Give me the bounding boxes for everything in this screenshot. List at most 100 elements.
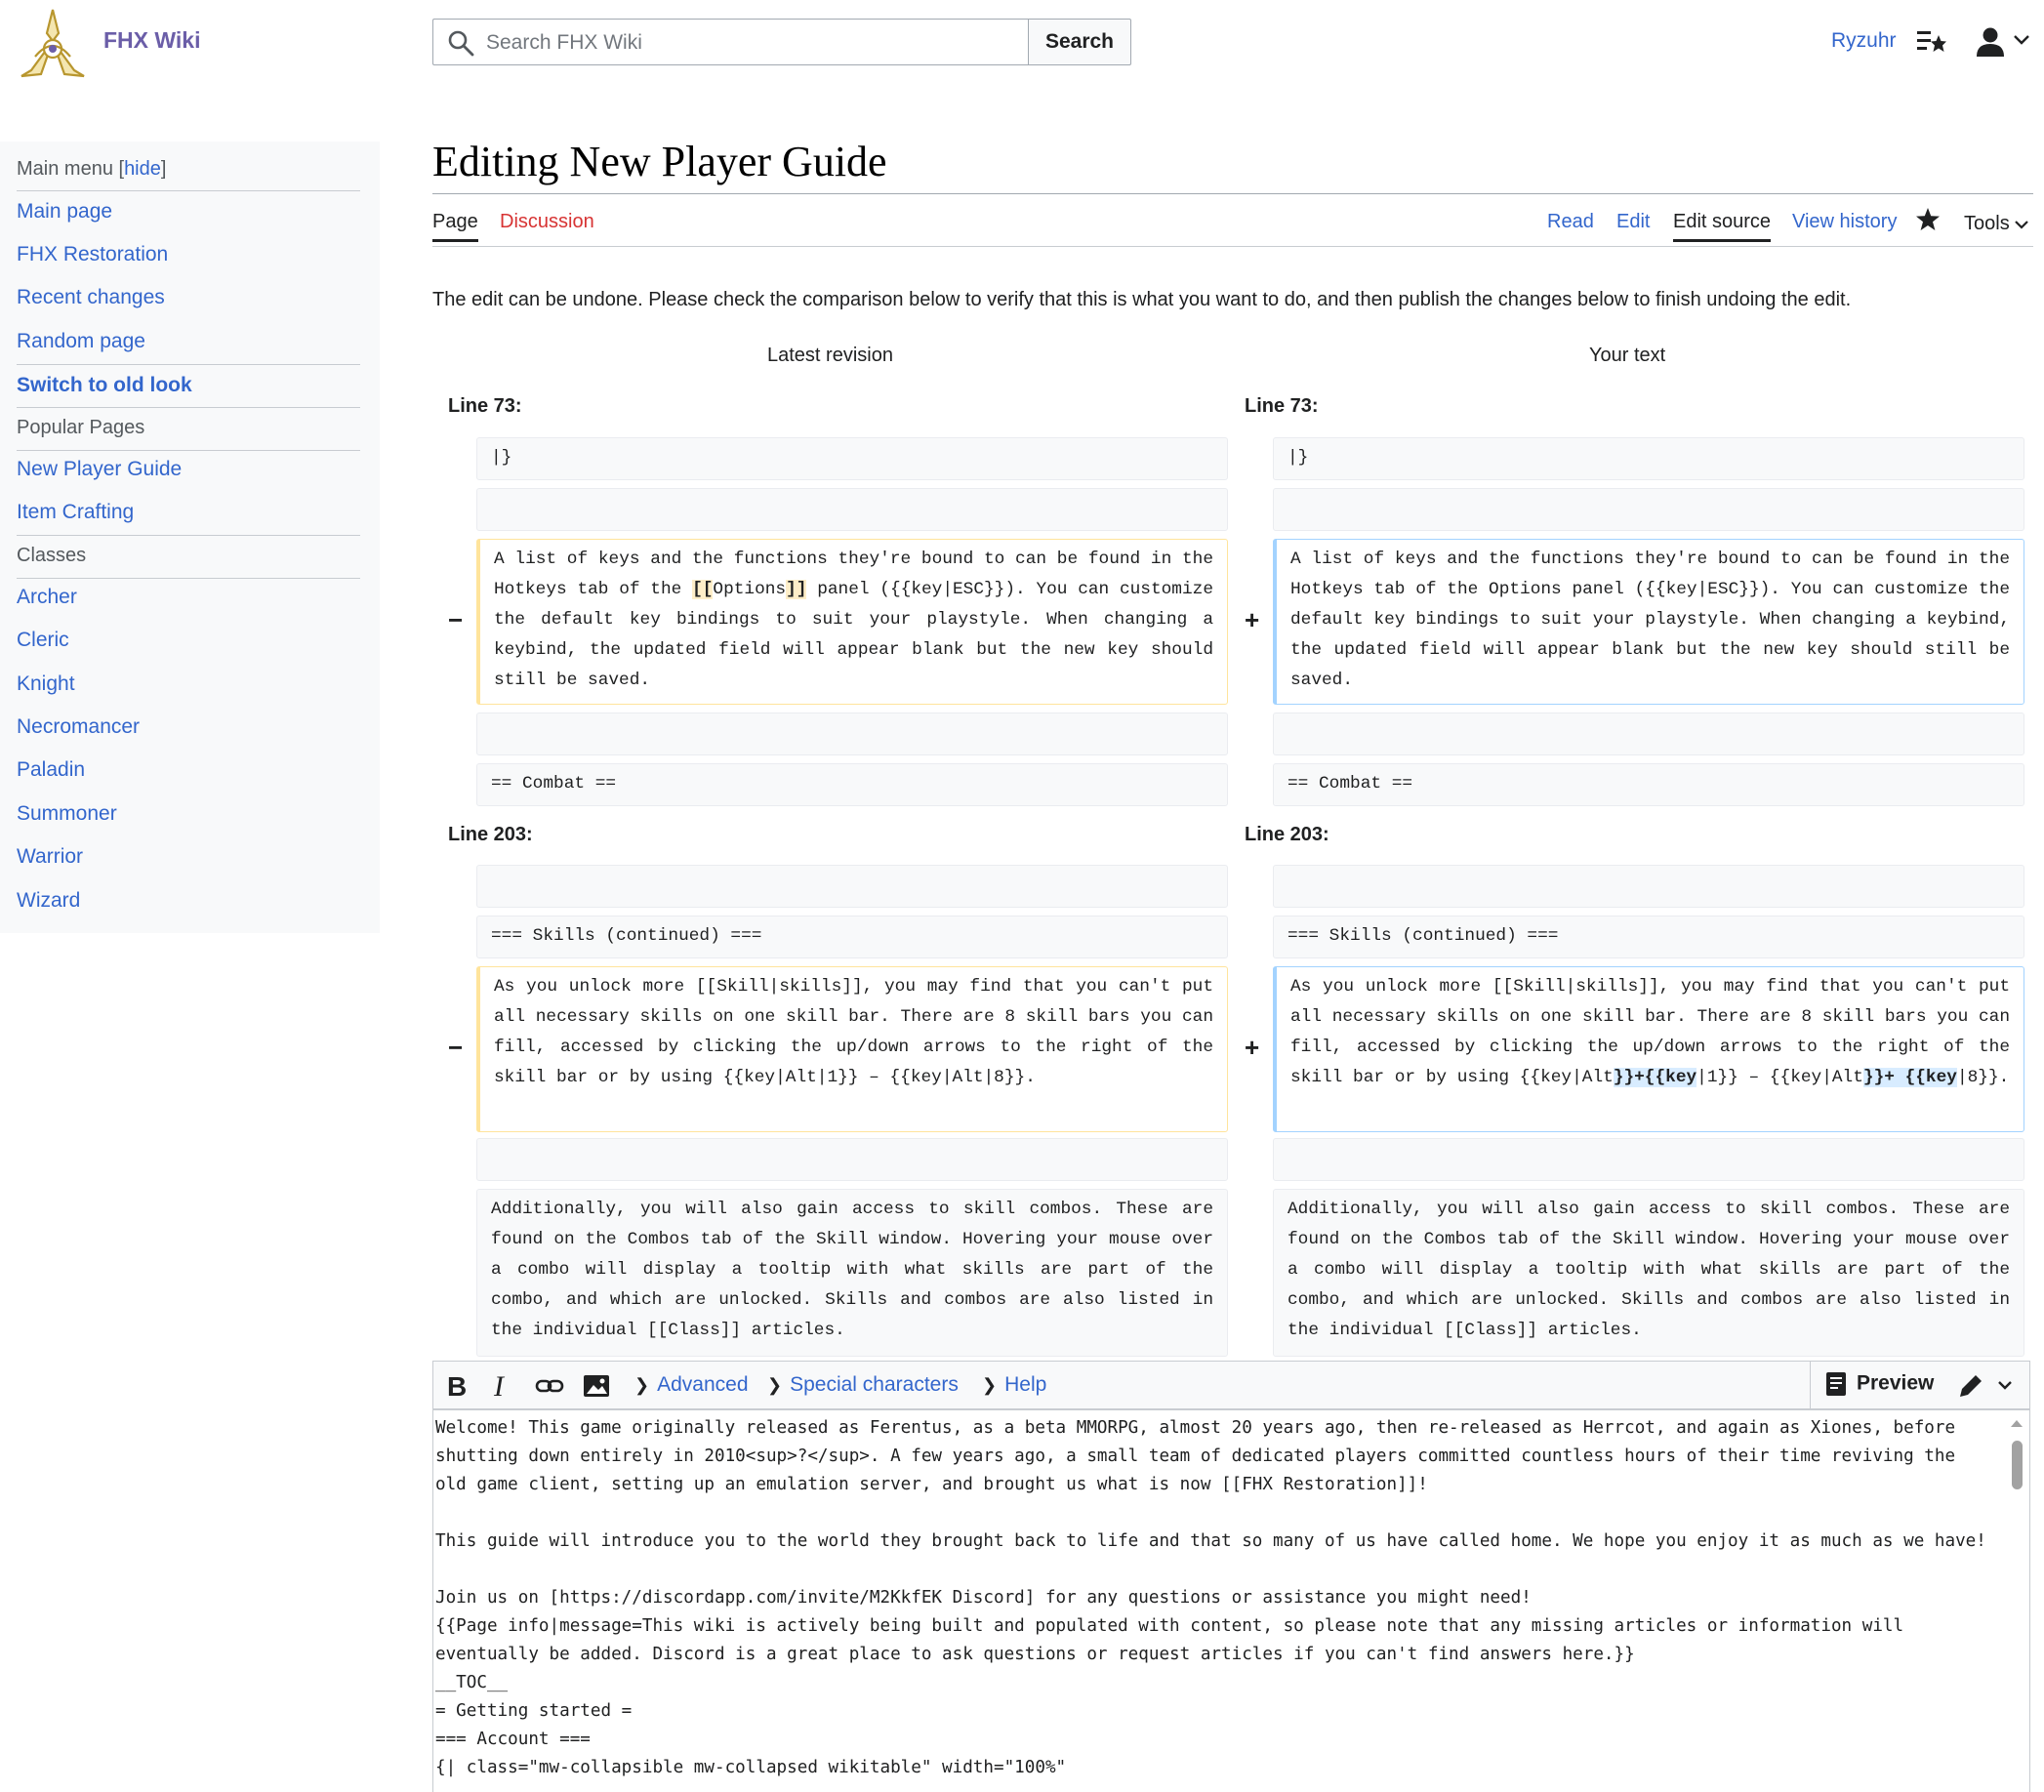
search-button[interactable]: Search [1028,19,1131,65]
svg-text:B: B [447,1371,467,1401]
diff-context-left [476,1138,1228,1181]
toolbar-advanced[interactable]: ❯ Advanced [634,1373,749,1397]
sidebar-divider [17,190,360,191]
sidebar-item-random-page[interactable]: Random page [17,330,145,353]
tab-view-history[interactable]: View history [1792,211,1897,233]
tab-edit-source[interactable]: Edit source [1673,211,1772,242]
site-name[interactable]: FHX Wiki [103,27,200,54]
editor-line: Welcome! This game originally released a… [435,1418,1956,1438]
tab-read[interactable]: Read [1547,211,1594,233]
sidebar-divider [17,407,360,408]
sidebar-item-summoner[interactable]: Summoner [17,802,117,826]
toolbar-special-characters[interactable]: ❯ Special characters [767,1373,959,1397]
wiki-logo-icon[interactable] [16,6,90,80]
diff-left-header: Latest revision [767,345,893,366]
editor-line: This guide will introduce you to the wor… [435,1531,1986,1551]
chevron-down-icon [2014,220,2028,229]
sidebar-item-switch-old-look[interactable]: Switch to old look [17,374,192,397]
diff-context-left [476,488,1228,531]
chevron-down-icon[interactable] [2013,33,2030,47]
title-divider [432,193,2033,194]
sidebar-item-main-page[interactable]: Main page [17,200,112,224]
scroll-up-icon[interactable] [2010,1417,2024,1429]
sidebar-item-knight[interactable]: Knight [17,672,75,696]
diff-context-right: |} [1273,437,2024,480]
preview-icon [1826,1372,1846,1396]
sidebar-item-recent-changes[interactable]: Recent changes [17,286,165,309]
search-field[interactable] [432,19,1028,66]
tab-discussion[interactable]: Discussion [500,211,594,233]
diff-line-number-right: Line 73: [1245,395,1319,417]
user-page-link[interactable]: Ryzuhr [1831,29,1897,53]
bold-icon[interactable]: B [443,1371,472,1401]
sidebar-divider [17,450,360,451]
diff-deleted-word: ]] [786,580,807,599]
sidebar-item-fhx-restoration[interactable]: FHX Restoration [17,243,168,266]
sidebar-heading-popular-pages: Popular Pages [17,417,145,438]
watchlist-icon[interactable] [1916,27,1947,57]
diff-added-line: A list of keys and the functions they're… [1273,539,2024,705]
diff-context-left [476,713,1228,755]
sidebar-item-cleric[interactable]: Cleric [17,629,69,652]
editor-line: old game client, setting up an emulation… [435,1475,1428,1494]
sidebar-divider [17,578,360,579]
diff-context-right [1273,865,2024,908]
editor-scrollbar[interactable] [2012,1441,2023,1489]
diff-plus-marker: + [1245,605,1260,634]
diff-line-number-right: Line 203: [1245,824,1329,845]
diff-added-line: As you unlock more [[Skill|skills]], you… [1273,966,2024,1132]
main-menu-heading: Main menu [17,158,113,180]
diff-context-left: Additionally, you will also gain access … [476,1189,1228,1357]
sidebar-item-wizard[interactable]: Wizard [17,889,80,913]
toolbar-divider [1810,1362,1811,1408]
editor-line: {| class="mw-collapsible mw-collapsed wi… [435,1758,1067,1777]
sidebar-item-paladin[interactable]: Paladin [17,758,85,782]
editor-line: {{Page info|message=This wiki is activel… [435,1616,1904,1636]
preview-button[interactable]: Preview [1825,1371,1934,1397]
tab-edit[interactable]: Edit [1616,211,1650,233]
sidebar-heading-classes: Classes [17,545,87,566]
diff-text: Options [713,580,787,599]
sidebar-item-new-player-guide[interactable]: New Player Guide [17,458,182,481]
editor-line: = Getting started = [435,1701,633,1721]
diff-context-left: == Combat == [476,763,1228,806]
wikitext-editor[interactable]: Welcome! This game originally released a… [432,1409,2030,1792]
main-menu: Main menu [hide] Main page FHX Restorati… [0,142,380,933]
link-icon[interactable] [535,1371,564,1401]
watch-star-icon[interactable] [1915,207,1941,232]
sidebar-item-necromancer[interactable]: Necromancer [17,715,140,739]
search-form: Search [432,19,1131,66]
sidebar-divider [17,535,360,536]
diff-context-right: === Skills (continued) === [1273,916,2024,958]
toolbar-advanced-label: Advanced [657,1373,749,1396]
chevron-right-icon: ❯ [634,1375,650,1395]
tab-page[interactable]: Page [432,211,478,242]
toolbar-special-characters-label: Special characters [790,1373,959,1396]
user-icon[interactable] [1974,25,2007,59]
search-input[interactable] [484,20,1015,66]
tools-menu[interactable]: Tools [1964,213,2029,235]
toolbar-help[interactable]: ❯ Help [982,1373,1046,1397]
editor-line: eventually be added. Discord is a great … [435,1645,1635,1664]
page-title: Editing New Player Guide [432,138,887,185]
tabs-divider [432,246,2033,247]
editor-line: Join us on [https://discordapp.com/invit… [435,1588,1532,1608]
sidebar-item-warrior[interactable]: Warrior [17,845,83,869]
diff-minus-marker: − [448,605,464,634]
diff-context-right [1273,1138,2024,1181]
italic-icon[interactable]: I [488,1371,517,1401]
diff-deleted-line: As you unlock more [[Skill|skills]], you… [476,966,1228,1132]
main-menu-hide-link[interactable]: hide [124,158,161,180]
editor-line: __TOC__ [435,1673,509,1692]
search-icon [448,30,474,57]
diff-context-right: == Combat == [1273,763,2024,806]
tools-label: Tools [1964,213,2010,234]
sidebar-item-item-crafting[interactable]: Item Crafting [17,501,134,524]
sidebar-divider [17,364,360,365]
sidebar-item-archer[interactable]: Archer [17,586,77,609]
editor-line: shutting down entirely in 2010<sup>?</su… [435,1446,1956,1466]
image-icon[interactable] [582,1371,611,1401]
pencil-icon[interactable] [1956,1371,2017,1401]
undo-notice: The edit can be undone. Please check the… [432,289,1852,310]
